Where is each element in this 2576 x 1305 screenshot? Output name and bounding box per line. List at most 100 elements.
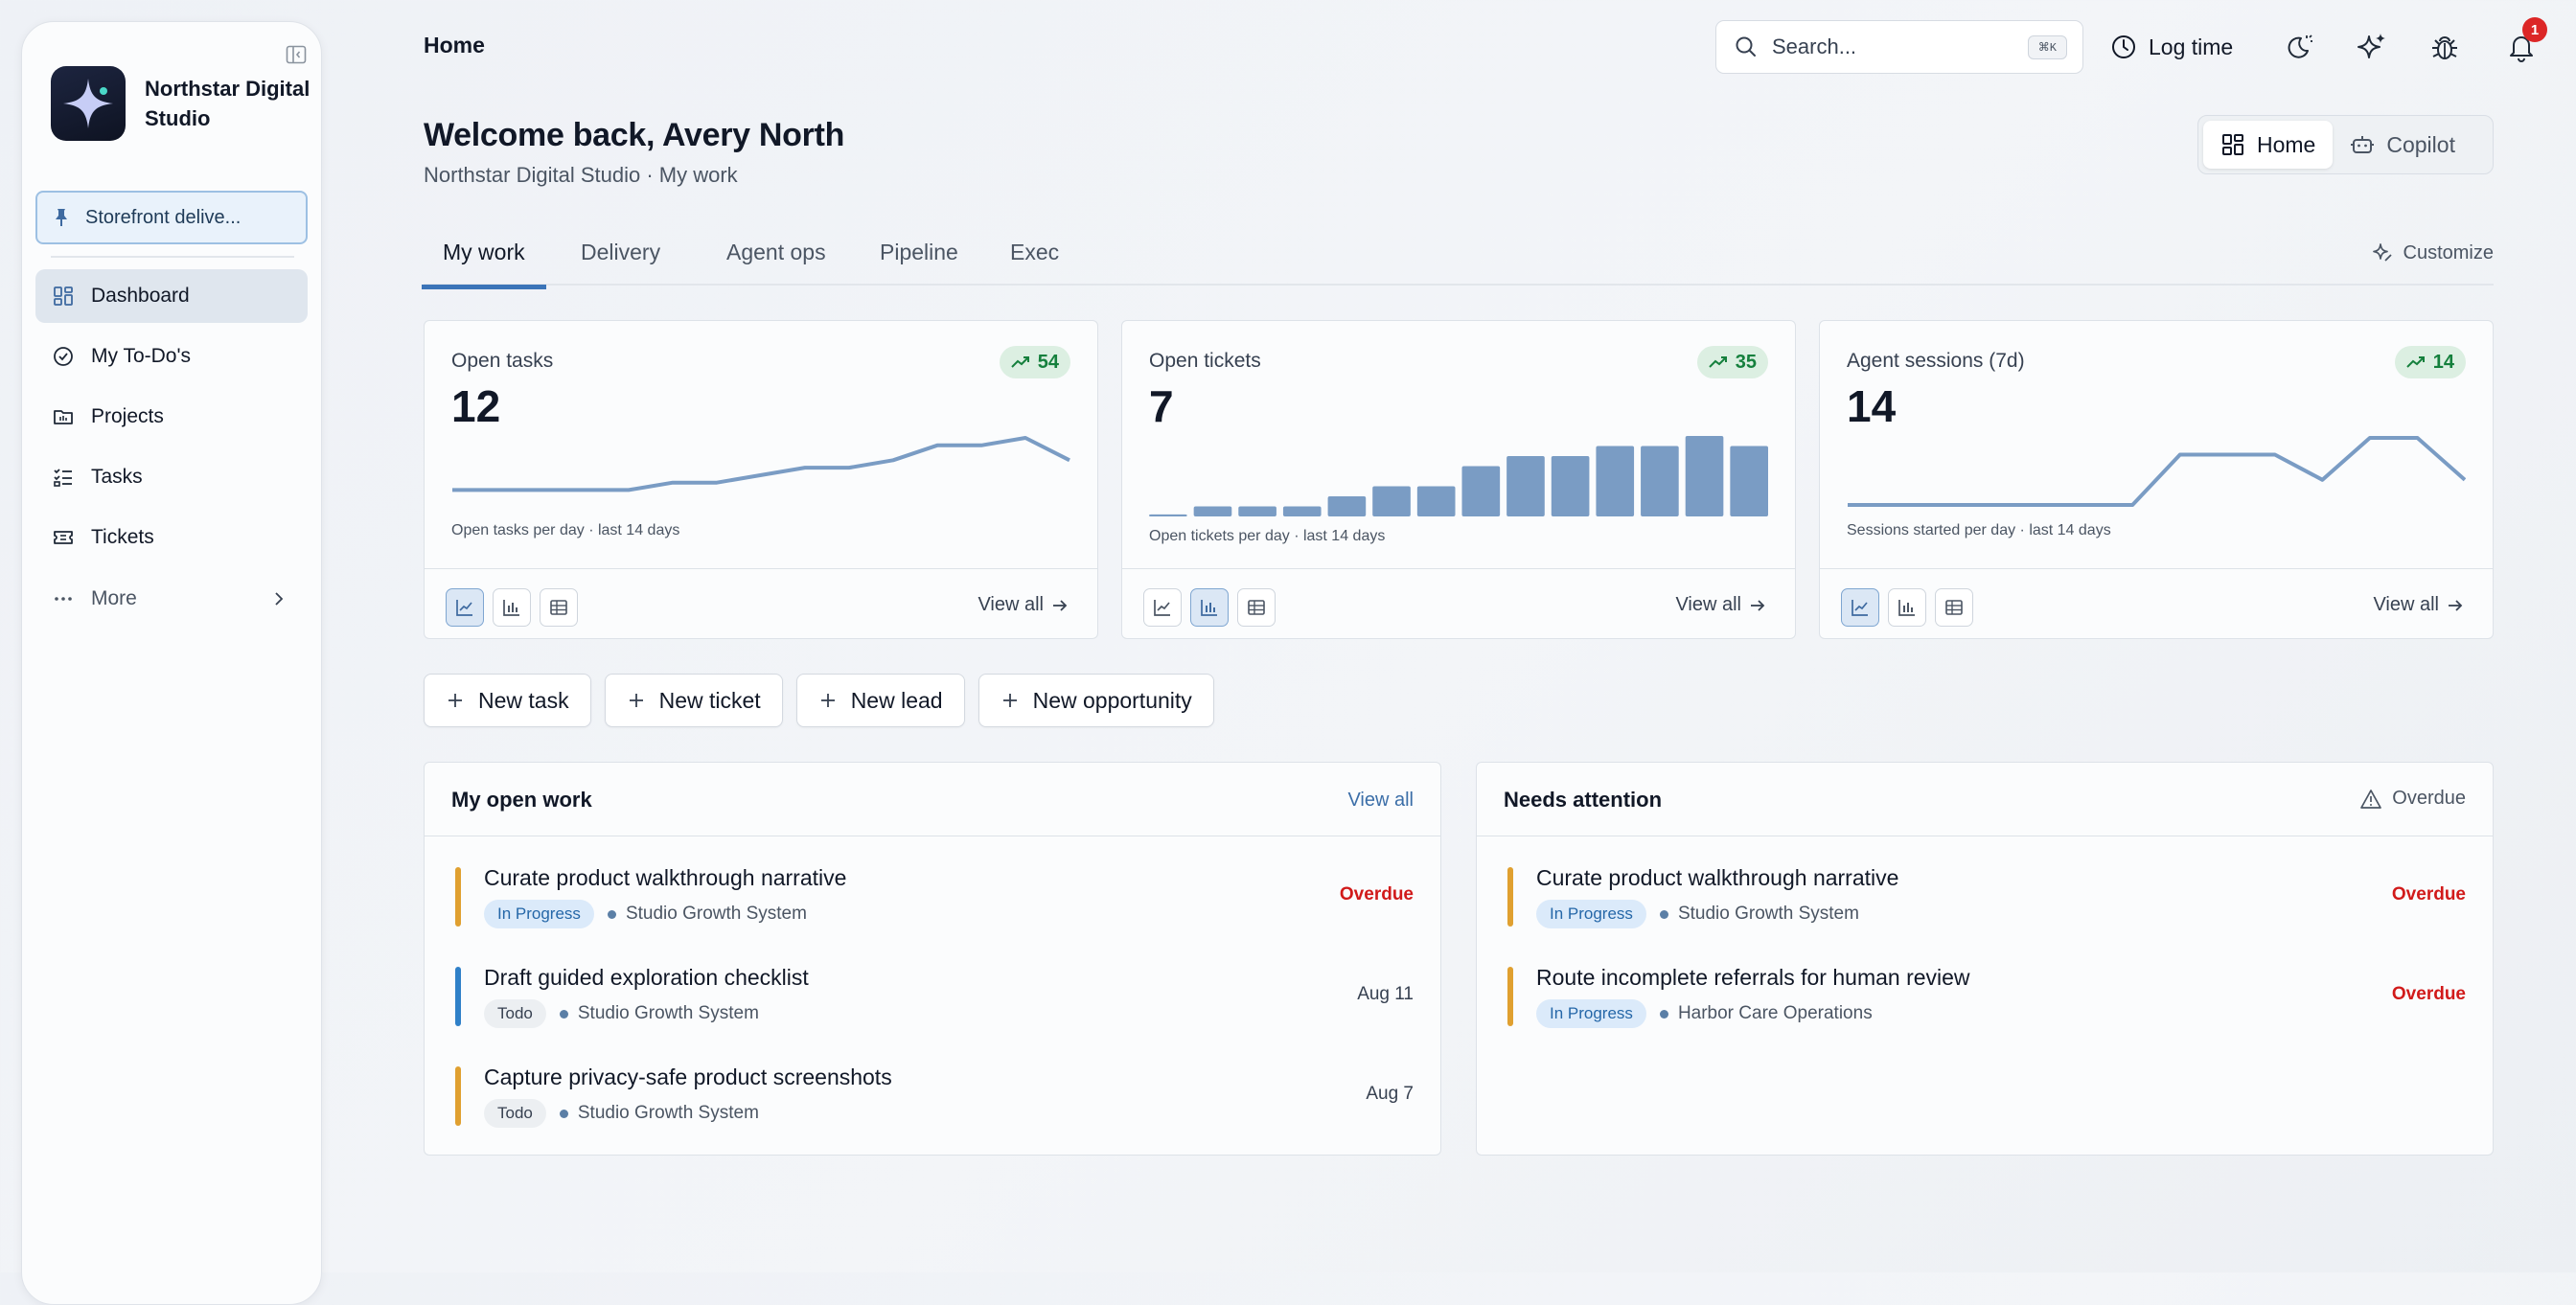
tab-agent-ops[interactable]: Agent ops — [705, 240, 847, 285]
new-opportunity-button[interactable]: New opportunity — [978, 674, 1214, 727]
theme-toggle-button[interactable] — [2279, 27, 2319, 67]
project-name: Harbor Care Operations — [1677, 1003, 1873, 1023]
brand[interactable]: Northstar Digital Studio — [51, 66, 336, 141]
list-item[interactable]: Route incomplete referrals for human rev… — [1507, 965, 2466, 1032]
chart-line-toggle[interactable] — [1143, 588, 1182, 627]
view-all-link[interactable]: View all — [978, 594, 1069, 616]
trend-up-icon — [1709, 356, 1727, 368]
priority-bar — [455, 867, 461, 927]
mode-copilot-button[interactable]: Copilot — [2333, 121, 2472, 169]
search-input[interactable]: Search... ⌘K — [1715, 20, 2083, 74]
stat-value: 7 — [1149, 381, 1174, 431]
star-logo-icon — [63, 79, 113, 128]
layout-grid-icon — [2222, 134, 2243, 155]
pinned-project[interactable]: Storefront delive... — [35, 191, 308, 244]
sidebar-item-dashboard[interactable]: Dashboard — [35, 269, 308, 323]
project-name: Studio Growth System — [577, 1103, 759, 1123]
bar-chart-icon — [1898, 600, 1915, 616]
item-meta: Todo Studio Growth System — [484, 999, 759, 1028]
arrow-right-icon — [2449, 599, 2463, 611]
action-label: New ticket — [658, 687, 761, 713]
trend-up-icon — [2406, 356, 2425, 368]
chart-line-toggle[interactable] — [446, 588, 484, 627]
page-subtitle: Northstar Digital Studio · My work — [424, 163, 738, 187]
chart-caption: Open tasks per day · last 14 days — [451, 522, 680, 538]
sidebar-item-tickets[interactable]: Tickets — [35, 511, 308, 564]
sidebar-toggle-icon — [286, 45, 307, 64]
panel-title: My open work — [451, 788, 592, 812]
item-meta: In Progress Studio Growth System — [484, 900, 807, 928]
project-tag: Studio Growth System — [559, 1103, 759, 1124]
quick-actions: New task New ticket New lead New opportu… — [424, 674, 1228, 727]
view-mode-switch: Home Copilot — [2197, 115, 2494, 174]
sidebar-item-projects[interactable]: Projects — [35, 390, 308, 444]
notifications-button[interactable]: 1 — [2501, 17, 2547, 67]
chart-bar-toggle[interactable] — [493, 588, 531, 627]
chart-bar-toggle[interactable] — [1888, 588, 1926, 627]
line-chart-icon — [456, 600, 472, 616]
item-meta: In Progress Harbor Care Operations — [1536, 999, 1873, 1028]
sidebar-item-my-todos[interactable]: My To-Do's — [35, 330, 308, 383]
mode-label: Home — [2257, 131, 2316, 157]
view-all-label: View all — [1675, 594, 1741, 615]
plus-icon — [448, 694, 462, 707]
chart-table-toggle[interactable] — [1237, 588, 1276, 627]
tab-pipeline[interactable]: Pipeline — [859, 240, 979, 285]
priority-bar — [1507, 867, 1513, 927]
overdue-filter[interactable]: Overdue — [2359, 788, 2466, 810]
stat-card-open-tasks: Open tasks 12 54 Open tasks per day · la… — [424, 320, 1098, 639]
project-tag: Studio Growth System — [607, 904, 807, 925]
overdue-filter-label: Overdue — [2392, 788, 2466, 809]
mode-home-button[interactable]: Home — [2203, 121, 2334, 169]
item-title: Curate product walkthrough narrative — [1536, 865, 1899, 890]
chart-bar — [1193, 506, 1232, 516]
page-title: Welcome back, Avery North — [424, 117, 845, 153]
chart-table-toggle[interactable] — [540, 588, 578, 627]
chart-bar — [1372, 486, 1411, 516]
card-footer: View all — [1820, 568, 2493, 639]
chart-bar-toggle[interactable] — [1190, 588, 1229, 627]
view-all-link[interactable]: View all — [1675, 594, 1766, 616]
list-item[interactable]: Curate product walkthrough narrative In … — [455, 865, 1414, 932]
list-item[interactable]: Capture privacy-safe product screenshots… — [455, 1065, 1414, 1132]
clock-icon — [2112, 35, 2135, 58]
needs-attention-panel: Needs attention Overdue Curate product w… — [1476, 762, 2494, 1156]
view-all-link[interactable]: View all — [1347, 790, 1414, 812]
search-placeholder: Search... — [1772, 34, 1857, 58]
log-time-button[interactable]: Log time — [2110, 27, 2233, 67]
chart-line — [1848, 438, 2465, 505]
item-title: Curate product walkthrough narrative — [484, 865, 847, 890]
list-item[interactable]: Curate product walkthrough narrative In … — [1507, 865, 2466, 932]
chart-line-toggle[interactable] — [1841, 588, 1879, 627]
chart-bar — [1551, 456, 1590, 516]
chart-table-toggle[interactable] — [1935, 588, 1973, 627]
chart-line — [452, 438, 1070, 490]
stat-value: 12 — [451, 381, 501, 431]
list-item[interactable]: Draft guided exploration checklist Todo … — [455, 965, 1414, 1032]
chart-bar — [1327, 496, 1367, 516]
sidebar-divider — [51, 256, 294, 258]
new-task-button[interactable]: New task — [424, 674, 591, 727]
dashboard-tabs: My work Delivery Agent ops Pipeline Exec… — [422, 222, 2494, 289]
view-all-label: View all — [978, 594, 1044, 615]
ai-assistant-button[interactable] — [2352, 27, 2392, 67]
sidebar-item-label: Dashboard — [91, 285, 190, 307]
status-badge: In Progress — [484, 900, 594, 928]
chart-bar — [1641, 446, 1679, 516]
project-name: Studio Growth System — [1677, 904, 1859, 924]
project-name: Studio Growth System — [577, 1003, 759, 1023]
customize-button[interactable]: Customize — [2371, 241, 2494, 264]
view-all-link[interactable]: View all — [2373, 594, 2464, 616]
new-lead-button[interactable]: New lead — [795, 674, 965, 727]
tab-my-work[interactable]: My work — [422, 240, 546, 289]
sidebar-item-tasks[interactable]: Tasks — [35, 450, 308, 504]
pinned-project-label: Storefront delive... — [85, 206, 242, 228]
tab-delivery[interactable]: Delivery — [560, 240, 681, 285]
bar-chart-icon — [503, 600, 519, 616]
chevron-right-icon — [275, 592, 284, 606]
bug-report-button[interactable] — [2425, 27, 2465, 67]
tab-exec[interactable]: Exec — [989, 240, 1080, 285]
sidebar-item-more[interactable]: More — [35, 572, 308, 626]
new-ticket-button[interactable]: New ticket — [604, 674, 783, 727]
bot-icon — [2351, 136, 2375, 153]
